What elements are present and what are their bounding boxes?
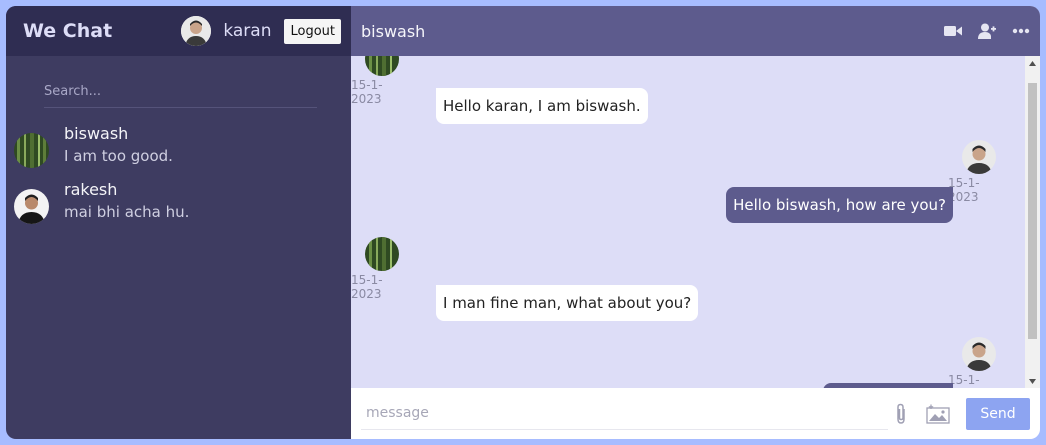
scrollbar-thumb[interactable] <box>1028 83 1037 339</box>
message-incoming: 15-1-2023 <box>351 56 413 106</box>
user-name: karan <box>223 21 272 41</box>
message-time: 15-1-2023 <box>351 78 383 106</box>
chat-title: biswash <box>361 21 426 41</box>
message-bubble: Hello biswash, how are you? <box>726 187 953 223</box>
sidebar-navbar: We Chat karan Logout <box>6 6 351 56</box>
message-time: 15-1-2023 <box>948 373 980 388</box>
chat-info: rakesh mai bhi acha hu. <box>64 180 189 224</box>
scroll-up-arrow-icon[interactable] <box>1025 56 1040 70</box>
message-list: 15-1-2023 Hello karan, I am biswash. 15-… <box>351 56 1040 388</box>
message-outgoing: 15-1-2023 <box>948 337 1010 388</box>
app-window: We Chat karan Logout Search... biswash I… <box>6 6 1040 439</box>
message-input[interactable] <box>361 397 888 430</box>
more-icon[interactable] <box>1012 28 1030 34</box>
message-info: 15-1-2023 <box>948 337 1010 388</box>
chat-avatar <box>14 133 49 168</box>
chat-panel: biswash 15-1-2023 Hello karan, I am bisw… <box>351 6 1040 439</box>
chat-avatar <box>14 189 49 224</box>
message-input-bar: Send <box>351 388 1040 439</box>
chat-header: biswash <box>351 6 1040 56</box>
message-outgoing: 15-1-2023 <box>948 140 1010 204</box>
message-info: 15-1-2023 <box>351 237 413 301</box>
chat-info: biswash I am too good. <box>64 124 173 168</box>
chat-last-message: I am too good. <box>64 147 173 165</box>
chat-list: biswash I am too good. rakesh mai bhi ac… <box>6 121 351 233</box>
message-avatar <box>365 56 399 76</box>
message-incoming: 15-1-2023 <box>351 237 413 301</box>
message-bubble: I man fine man, what about you? <box>436 285 699 321</box>
search-form <box>6 56 351 108</box>
current-user: karan Logout <box>181 16 341 46</box>
chat-last-message: mai bhi acha hu. <box>64 203 190 221</box>
message-avatar <box>962 337 996 371</box>
chat-name: biswash <box>64 124 129 143</box>
search-input[interactable] <box>44 80 317 108</box>
message-avatar <box>365 237 399 271</box>
chat-header-icons <box>944 23 1030 39</box>
scroll-down-arrow-icon[interactable] <box>1025 374 1040 388</box>
user-avatar <box>181 16 212 46</box>
message-info: 15-1-2023 <box>948 140 1010 204</box>
chat-item-rakesh[interactable]: rakesh mai bhi acha hu. <box>6 177 351 233</box>
app-logo: We Chat <box>23 20 113 42</box>
add-user-icon[interactable] <box>978 23 996 39</box>
sidebar: We Chat karan Logout Search... biswash I… <box>6 6 351 439</box>
message-bubble: Hello karan, I am biswash. <box>436 88 648 124</box>
message-time: 15-1-2023 <box>351 273 383 301</box>
chat-name: rakesh <box>64 180 118 199</box>
video-camera-icon[interactable] <box>944 25 962 37</box>
message-avatar <box>962 140 996 174</box>
scrollbar[interactable] <box>1025 56 1040 388</box>
image-icon[interactable] <box>926 404 950 424</box>
send-button[interactable]: Send <box>966 397 1030 430</box>
logout-button[interactable]: Logout <box>284 18 341 44</box>
message-info: 15-1-2023 <box>351 56 413 106</box>
chat-item-biswash[interactable]: biswash I am too good. <box>6 121 351 177</box>
message-time: 15-1-2023 <box>948 176 980 204</box>
attach-icon[interactable] <box>894 403 908 425</box>
